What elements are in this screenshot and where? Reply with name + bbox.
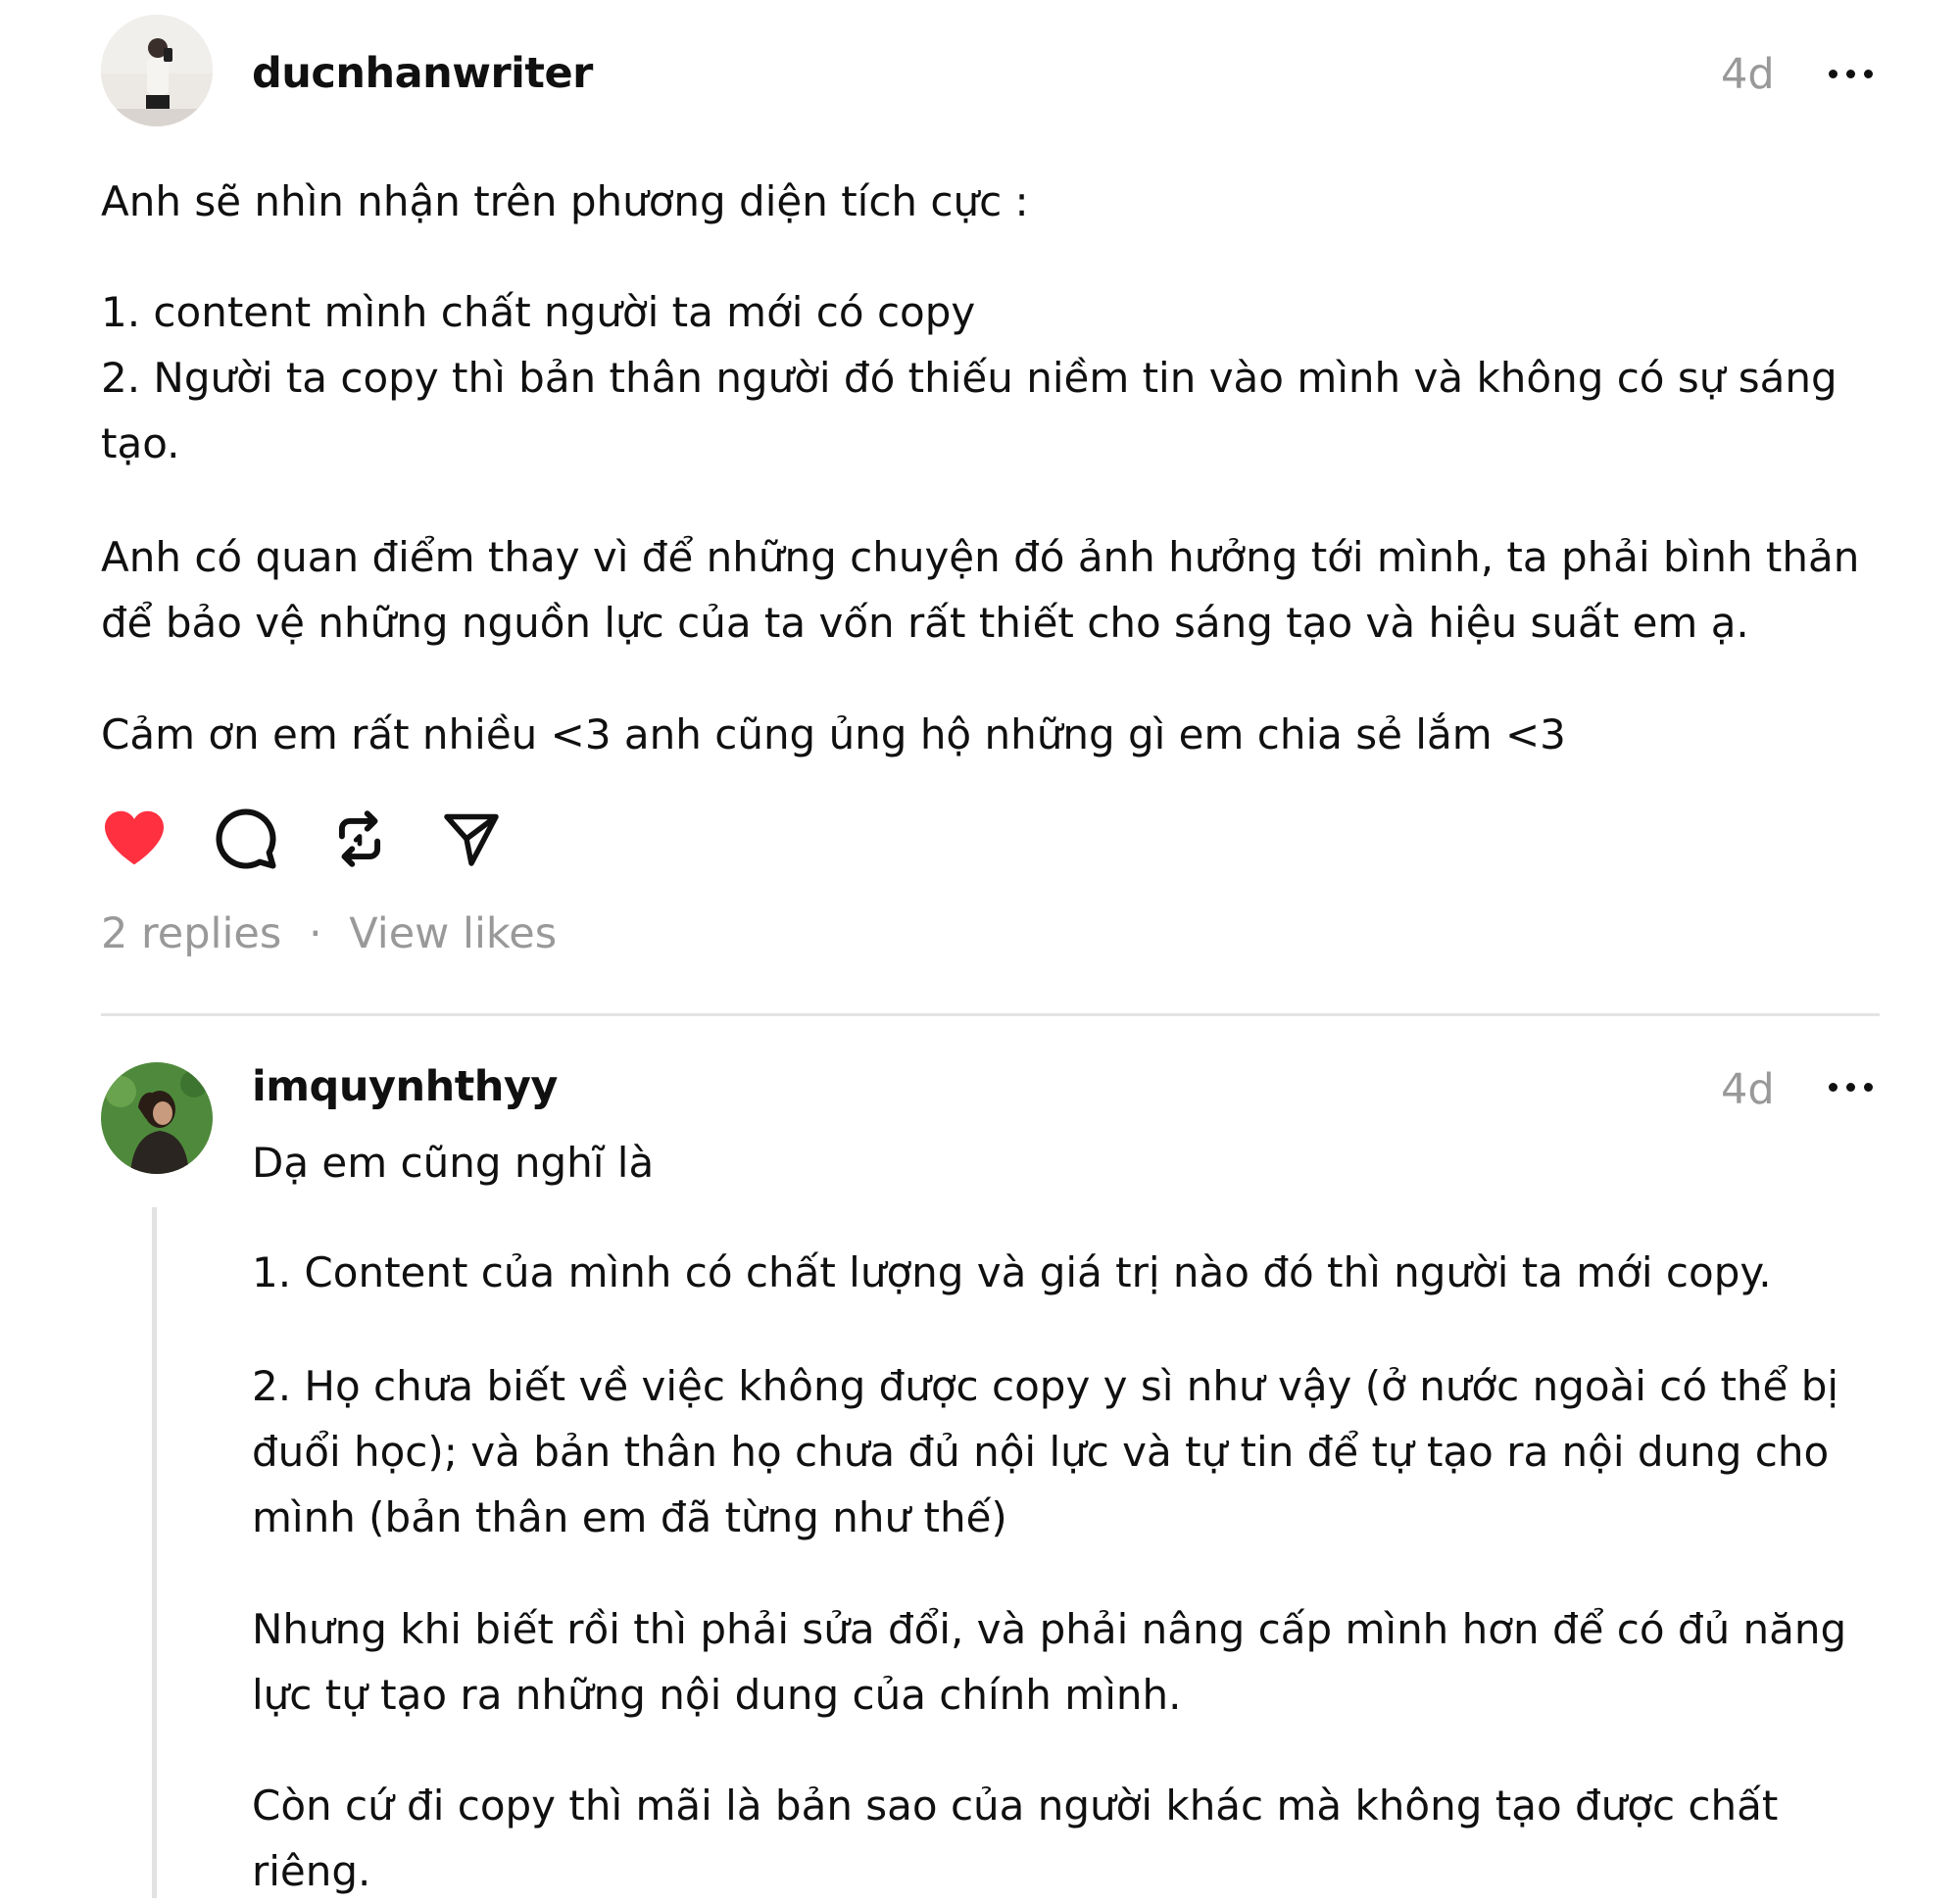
reply-timestamp: 4d — [1721, 1065, 1775, 1114]
post-body-line: Cảm ơn em rất nhiều <3 anh cũng ủng hộ n… — [101, 710, 1566, 758]
replies-count-link[interactable]: 2 replies — [101, 909, 281, 958]
post-more-options-icon[interactable] — [1829, 67, 1874, 80]
reply-body-line: 1. Content của mình có chất lượng và giá… — [252, 1248, 1772, 1296]
post-body-line: để bảo vệ những nguồn lực của ta vốn rất… — [101, 599, 1749, 647]
post-author-avatar[interactable] — [101, 15, 213, 126]
reply-more-options-icon[interactable] — [1829, 1080, 1874, 1094]
share-icon[interactable] — [441, 809, 502, 868]
heart-icon[interactable] — [102, 808, 167, 867]
reply-body-line: Nhưng khi biết rồi thì phải sửa đổi, và … — [252, 1605, 1847, 1653]
reply-body-line: Dạ em cũng nghĩ là — [252, 1139, 655, 1187]
reply-body-line: riêng. — [252, 1847, 371, 1895]
post-divider — [101, 1013, 1880, 1016]
post-body-line: 2. Người ta copy thì bản thân người đó t… — [101, 354, 1838, 402]
meta-separator: · — [308, 909, 322, 958]
reply-author-username[interactable]: imquynhthyy — [252, 1066, 558, 1108]
post-body-line: tạo. — [101, 419, 180, 467]
reply-author-avatar[interactable] — [101, 1062, 213, 1174]
reply-body-line: Còn cứ đi copy thì mãi là bản sao của ng… — [252, 1782, 1779, 1830]
avatar-photo — [101, 15, 213, 126]
post-timestamp: 4d — [1721, 50, 1775, 99]
comment-icon[interactable] — [214, 806, 278, 871]
post-body-line: 1. content mình chất người ta mới có cop… — [101, 288, 976, 336]
post-author-username[interactable]: ducnhanwriter — [252, 53, 593, 95]
reply-body-line: 2. Họ chưa biết về việc không được copy … — [252, 1362, 1839, 1410]
post-body-line: Anh có quan điểm thay vì để những chuyện… — [101, 533, 1860, 581]
repost-icon[interactable] — [329, 807, 390, 870]
view-likes-link[interactable]: View likes — [349, 909, 557, 958]
reply-body-line: lực tự tạo ra những nội dung của chính m… — [252, 1671, 1182, 1719]
reply-body-line: mình (bản thân em đã từng như thế) — [252, 1493, 1007, 1541]
reply-body-line: đuổi học); và bản thân họ chưa đủ nội lự… — [252, 1428, 1830, 1476]
thread-line — [152, 1207, 157, 1898]
post-engagement-meta: 2 replies · View likes — [101, 913, 557, 955]
avatar-photo — [101, 1062, 213, 1174]
post-body-line: Anh sẽ nhìn nhận trên phương diện tích c… — [101, 177, 1029, 225]
